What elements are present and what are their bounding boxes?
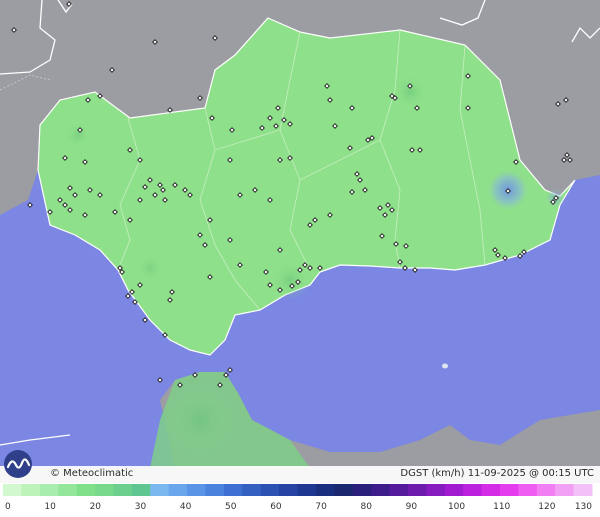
legend-swatch [499, 484, 519, 496]
legend-swatch [426, 484, 446, 496]
legend-swatch [315, 484, 335, 496]
legend-swatch [518, 484, 538, 496]
legend-tick-label: 100 [448, 502, 465, 512]
legend-swatch [205, 484, 225, 496]
alboran-island [442, 363, 448, 369]
legend-swatch [39, 484, 59, 496]
wind-gust-map [0, 0, 600, 483]
legend-tick-label: 130 [575, 502, 592, 512]
legend-swatch [223, 484, 243, 496]
brand-label: © Meteoclimatic [50, 468, 134, 479]
legend-tick-label: 50 [225, 502, 237, 512]
legend-tick-label: 10 [44, 502, 56, 512]
map-caption: DGST (km/h) 11-09-2025 @ 00:15 UTC [400, 468, 594, 479]
legend-swatch [463, 484, 483, 496]
legend-tick-label: 20 [90, 502, 102, 512]
legend-tick-label: 80 [361, 502, 373, 512]
legend-swatch [95, 484, 114, 496]
legend-swatch [444, 484, 464, 496]
legend-swatch [573, 484, 593, 496]
legend-swatch [371, 484, 391, 496]
legend-tick-label: 30 [135, 502, 147, 512]
gust-spot [136, 254, 164, 282]
legend-swatch [481, 484, 501, 496]
legend-tick-label: 40 [180, 502, 192, 512]
legend-swatch [297, 484, 317, 496]
legend-swatch [3, 484, 22, 496]
gust-spot [165, 385, 235, 455]
legend-swatch [407, 484, 427, 496]
legend-swatch [279, 484, 298, 496]
legend-swatch [555, 484, 575, 496]
legend-swatch [389, 484, 409, 496]
legend-tick-label: 70 [315, 502, 327, 512]
legend-tick-label: 60 [270, 502, 282, 512]
legend-swatch [352, 484, 372, 496]
legend-swatch [334, 484, 354, 496]
legend-swatch [21, 484, 41, 496]
legend-swatch [150, 484, 170, 496]
legend-tick-label: 0 [5, 502, 11, 512]
legend-swatch [168, 484, 188, 496]
gust-spot [392, 74, 428, 110]
meteoclimatic-logo-icon [4, 450, 32, 478]
legend-swatch [260, 484, 280, 496]
legend-swatch [76, 484, 96, 496]
color-legend: 0 10 20 30 40 50 60 70 80 90 100 110 120 130 [3, 484, 593, 512]
legend-swatch [131, 484, 151, 496]
legend-tick-label: 120 [538, 502, 555, 512]
legend-swatch [113, 484, 133, 496]
legend-tick-label: 90 [406, 502, 418, 512]
legend-swatch [242, 484, 262, 496]
legend-swatch [536, 484, 556, 496]
gust-spot [64, 121, 92, 149]
legend-swatch [187, 484, 206, 496]
legend-swatch [58, 484, 78, 496]
legend-tick-label: 110 [493, 502, 510, 512]
